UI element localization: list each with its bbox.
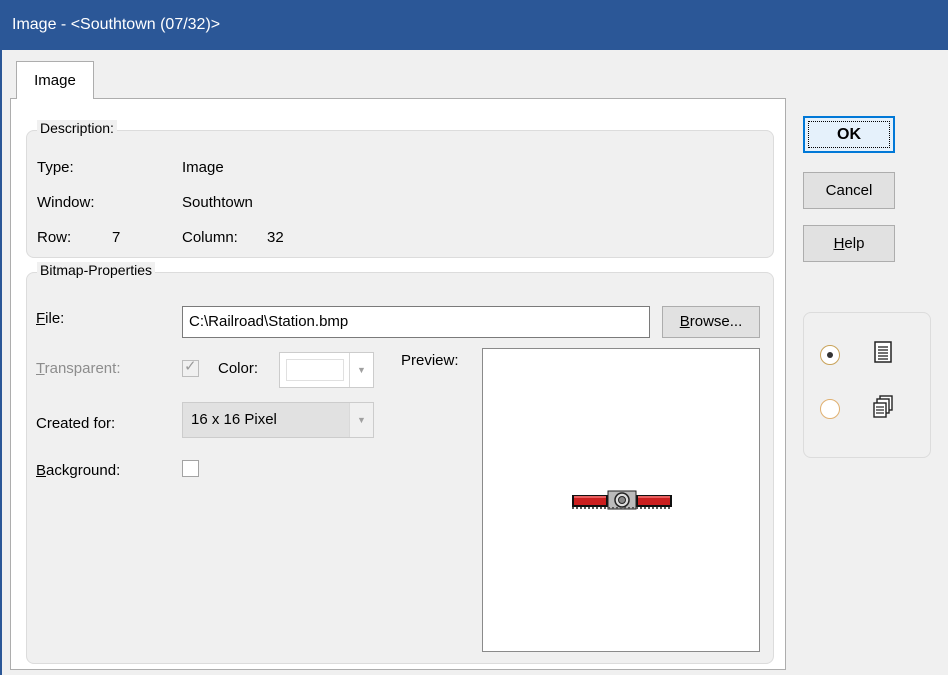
row-label: Row:: [37, 229, 72, 246]
row-value: 7: [112, 229, 121, 246]
color-swatch: [286, 359, 344, 381]
transparent-label: Transparent:: [36, 360, 121, 377]
description-group-title: Description:: [37, 120, 117, 136]
file-label: File:: [36, 310, 65, 327]
file-path-input[interactable]: C:\Railroad\Station.bmp: [182, 306, 650, 338]
type-label: Type:: [37, 159, 74, 176]
bitmap-properties-title: Bitmap-Properties: [37, 262, 156, 278]
focus-rectangle: [808, 121, 890, 148]
file-path-value: C:\Railroad\Station.bmp: [189, 313, 349, 330]
created-for-label: Created for:: [36, 415, 116, 432]
cancel-button-label: Cancel: [825, 182, 873, 199]
ok-button[interactable]: OK: [803, 116, 895, 153]
browse-button[interactable]: Browse...: [662, 306, 760, 338]
view-options-group: [803, 312, 931, 458]
preview-box: [482, 348, 760, 652]
column-label: Column:: [182, 229, 238, 246]
radio-dot: [827, 352, 833, 358]
created-for-dropdown[interactable]: 16 x 16 Pixel ▼: [182, 402, 374, 438]
chevron-down-icon: ▼: [349, 403, 373, 437]
single-page-icon: [874, 341, 892, 363]
single-page-radio[interactable]: [820, 345, 840, 365]
check-mark-icon: ✓: [184, 358, 197, 375]
window-label: Window:: [37, 194, 95, 211]
type-value: Image: [182, 159, 224, 176]
background-label: Background:: [36, 462, 121, 479]
color-label: Color:: [218, 360, 259, 377]
column-value: 32: [267, 229, 284, 246]
chevron-down-icon: ▼: [349, 353, 373, 387]
help-button[interactable]: Help: [803, 225, 895, 262]
preview-label: Preview:: [401, 352, 459, 369]
dialog-body: Image Description: Type: Image Window: S…: [0, 50, 948, 675]
transparent-checkbox[interactable]: ✓: [182, 358, 199, 377]
description-group: Description: Type: Image Window: Southto…: [26, 120, 774, 258]
color-dropdown[interactable]: ▼: [279, 352, 374, 388]
multi-page-icon: [873, 395, 893, 418]
station-bitmap-icon: [572, 490, 672, 510]
cancel-button[interactable]: Cancel: [803, 172, 895, 209]
multi-page-radio[interactable]: [820, 399, 840, 419]
tab-image[interactable]: Image: [16, 61, 94, 99]
window-value: Southtown: [182, 194, 253, 211]
tab-image-label: Image: [34, 72, 76, 89]
background-checkbox[interactable]: [182, 460, 199, 477]
window-title: Image - <Southtown (07/32)>: [12, 16, 221, 33]
title-bar: Image - <Southtown (07/32)>: [0, 0, 948, 50]
created-for-value: 16 x 16 Pixel: [191, 411, 277, 428]
